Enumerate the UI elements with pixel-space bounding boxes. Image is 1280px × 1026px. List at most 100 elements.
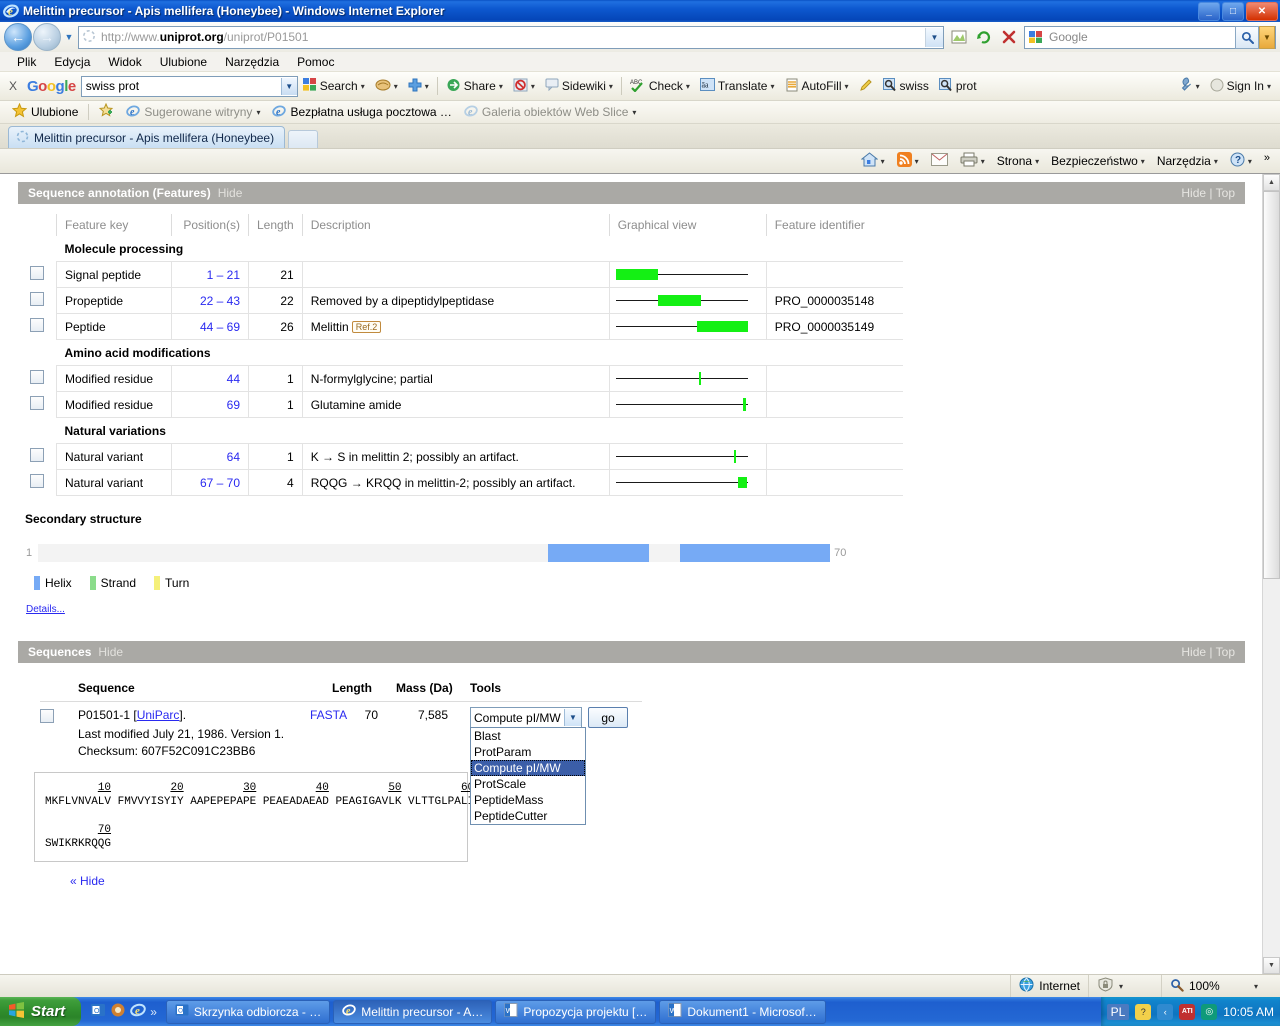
chevron-down-icon[interactable]: ▾: [394, 82, 398, 91]
chevron-down-icon[interactable]: ▾: [881, 157, 885, 166]
outlook-quick-icon[interactable]: O: [90, 1002, 106, 1021]
add-to-favorites-bar-button[interactable]: [93, 102, 120, 121]
features-hide-link[interactable]: Hide: [218, 186, 243, 200]
ati-icon[interactable]: ATI: [1179, 1003, 1196, 1020]
tools-option-list[interactable]: Blast ProtParam Compute pI/MW ProtScale …: [470, 727, 586, 825]
google-find-prot-button[interactable]: prot: [934, 77, 982, 95]
row-checkbox[interactable]: [30, 474, 44, 488]
chevron-down-icon[interactable]: ▾: [770, 82, 774, 91]
maximize-button[interactable]: □: [1222, 2, 1244, 21]
row-checkbox[interactable]: [30, 370, 44, 384]
chevron-down-icon[interactable]: ▾: [1267, 82, 1271, 91]
google-settings-button[interactable]: ▾: [1172, 77, 1205, 95]
quick-launch-overflow-icon[interactable]: »: [150, 1005, 157, 1019]
taskbar-item-propozycja[interactable]: W Propozycja projektu […: [495, 999, 657, 1024]
option-protparam[interactable]: ProtParam: [471, 744, 585, 760]
row-checkbox-cell[interactable]: [18, 366, 57, 392]
chevron-down-icon[interactable]: ▾: [845, 82, 849, 91]
ie-quick-icon[interactable]: e: [130, 1002, 146, 1021]
protected-mode-cell[interactable]: ▾: [1088, 975, 1161, 997]
option-blast[interactable]: Blast: [471, 728, 585, 744]
security-menu-button[interactable]: Bezpieczeństwo ▾: [1045, 154, 1151, 168]
features-hide-top-links[interactable]: Hide | Top: [1181, 186, 1235, 200]
menu-item-narzedzia[interactable]: Narzędzia: [216, 54, 288, 70]
menu-item-widok[interactable]: Widok: [99, 54, 150, 70]
search-go-icon[interactable]: [1235, 25, 1259, 49]
forward-button[interactable]: →: [33, 23, 61, 51]
chevron-down-icon[interactable]: ▼: [564, 709, 581, 726]
zoom-cell[interactable]: 100% ▾: [1161, 975, 1266, 997]
reference-badge[interactable]: Ref.2: [351, 320, 382, 333]
chevron-down-icon[interactable]: ▾: [1196, 82, 1200, 91]
taskbar-item-dokument1[interactable]: W Dokument1 - Microsof…: [659, 999, 826, 1024]
google-translate-button[interactable]: āa Translate ▾: [695, 78, 780, 94]
shield-icon[interactable]: ◎: [1201, 1003, 1218, 1020]
fasta-link[interactable]: FASTA: [310, 708, 347, 722]
feature-position[interactable]: 44: [171, 365, 249, 392]
favbar-item-web-slice-gallery[interactable]: e Galeria obiektów Web Slice ▾: [458, 104, 643, 121]
row-checkbox[interactable]: [30, 266, 44, 280]
chevron-down-icon[interactable]: ▾: [499, 82, 503, 91]
google-search-input[interactable]: swiss prot ▼: [80, 75, 298, 97]
refresh-icon[interactable]: [972, 25, 996, 49]
menu-item-pomoc[interactable]: Pomoc: [288, 54, 343, 70]
new-tab-button[interactable]: [288, 130, 319, 148]
close-button[interactable]: ✕: [1246, 2, 1278, 21]
address-bar[interactable]: http://www.uniprot.org/uniprot/P01501 ▼: [78, 25, 944, 49]
favbar-item-suggested-sites[interactable]: e Sugerowane witryny ▾: [120, 104, 266, 121]
chevron-down-icon[interactable]: ▾: [1254, 982, 1258, 991]
taskbar-item-melittin[interactable]: e Melittin precursor - A…: [333, 999, 493, 1024]
tools-select[interactable]: Compute pI/MW ▼: [470, 707, 582, 728]
chevron-down-icon[interactable]: ▾: [1141, 157, 1145, 166]
clock[interactable]: 10:05 AM: [1223, 1005, 1274, 1019]
favorites-button[interactable]: Ulubione: [6, 102, 84, 121]
search-provider-dropdown-icon[interactable]: ▼: [1259, 25, 1275, 49]
menu-item-ulubione[interactable]: Ulubione: [151, 54, 216, 70]
command-overflow-button[interactable]: »: [1258, 152, 1276, 164]
row-checkbox-cell[interactable]: [18, 262, 57, 288]
chevron-down-icon[interactable]: ▾: [1119, 982, 1123, 991]
sequences-hide-top-links[interactable]: Hide | Top: [1181, 645, 1235, 659]
feature-position[interactable]: 69: [171, 391, 249, 418]
page-scrollbar[interactable]: ▲ ▼: [1262, 174, 1280, 974]
row-checkbox[interactable]: [30, 318, 44, 332]
row-checkbox[interactable]: [30, 396, 44, 410]
option-compute-pi-mw[interactable]: Compute pI/MW: [471, 760, 585, 776]
feeds-button[interactable]: ▾: [891, 152, 925, 170]
google-toolbar-close-icon[interactable]: X: [4, 79, 22, 93]
feature-position[interactable]: 22 – 43: [171, 287, 249, 314]
media-quick-icon[interactable]: [110, 1002, 126, 1021]
recent-pages-dropdown-icon[interactable]: ▼: [62, 32, 76, 42]
hide-sequence-link[interactable]: « Hide: [70, 874, 1263, 888]
menu-item-edycja[interactable]: Edycja: [45, 54, 99, 70]
row-checkbox-cell[interactable]: [18, 288, 57, 314]
stop-icon[interactable]: [997, 25, 1021, 49]
help-button[interactable]: ? ▾: [1224, 152, 1258, 170]
chevron-down-icon[interactable]: ▾: [632, 108, 636, 117]
row-checkbox-cell[interactable]: [18, 444, 57, 470]
chevron-down-icon[interactable]: ▾: [1035, 157, 1039, 166]
feature-position[interactable]: 67 – 70: [171, 469, 249, 496]
google-add-button[interactable]: ▾: [403, 78, 434, 95]
details-link[interactable]: Details...: [26, 604, 1263, 615]
page-menu-button[interactable]: Strona ▾: [991, 154, 1045, 168]
google-find-swiss-button[interactable]: swiss: [878, 77, 934, 95]
google-highlight-button[interactable]: [854, 78, 878, 95]
row-checkbox[interactable]: [30, 448, 44, 462]
tab-melittin-precursor[interactable]: Melittin precursor - Apis mellifera (Hon…: [8, 126, 286, 148]
scroll-up-arrow[interactable]: ▲: [1263, 174, 1280, 191]
feature-position[interactable]: 44 – 69: [171, 313, 249, 340]
favbar-item-free-mail[interactable]: e Bezpłatna usługa pocztowa …: [266, 104, 457, 121]
chevron-down-icon[interactable]: ▾: [686, 82, 690, 91]
read-mail-button[interactable]: [925, 153, 954, 169]
row-checkbox-cell[interactable]: [18, 392, 57, 418]
compatibility-view-icon[interactable]: [947, 25, 971, 49]
option-peptidecutter[interactable]: PeptideCutter: [471, 808, 585, 824]
minimize-button[interactable]: _: [1198, 2, 1220, 21]
seq-row-checkbox[interactable]: [40, 709, 54, 723]
google-sidewiki-button[interactable]: Sidewiki ▾: [540, 78, 618, 94]
back-button[interactable]: ←: [4, 23, 32, 51]
feature-position[interactable]: 1 – 21: [171, 261, 249, 288]
row-checkbox-cell[interactable]: [18, 470, 57, 496]
feature-position[interactable]: 64: [171, 443, 249, 470]
